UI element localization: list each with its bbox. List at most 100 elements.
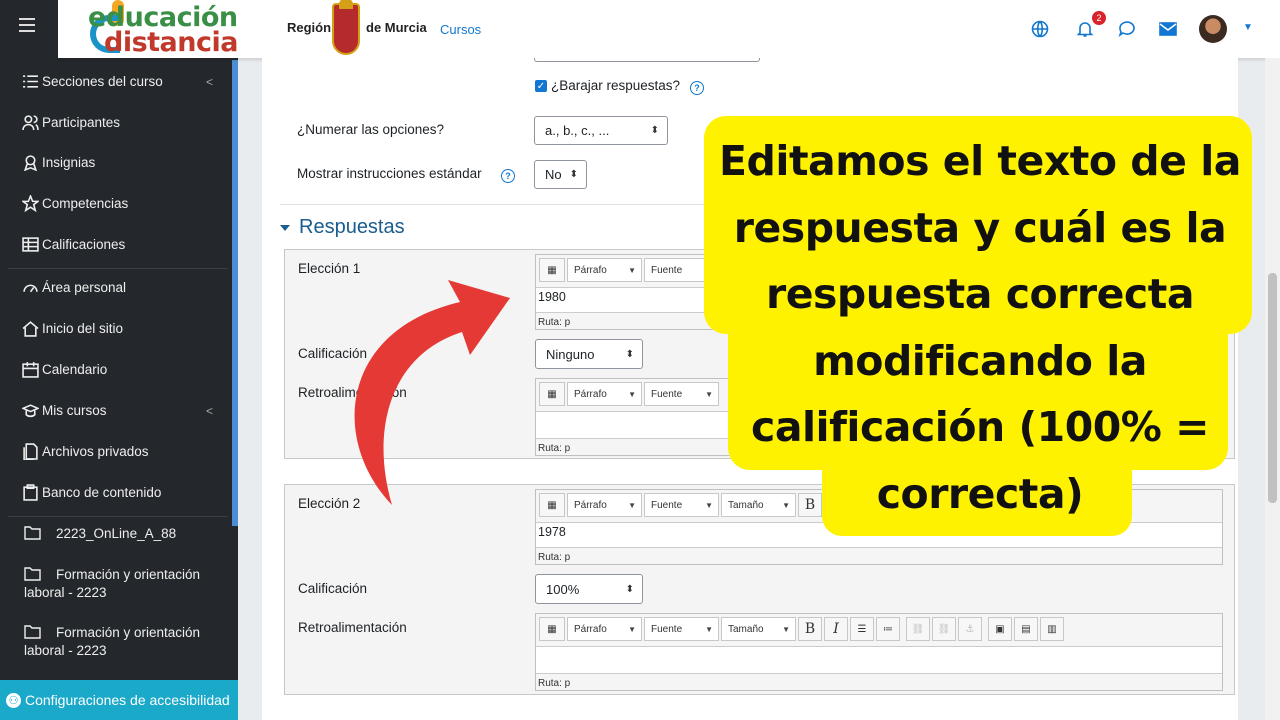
select-input-partial[interactable]: [534, 58, 760, 62]
sidebar-item-insignias[interactable]: Insignias: [22, 154, 95, 171]
sidebar-folder[interactable]: Formación y orientación laboral - 2223: [24, 566, 224, 602]
sidebar-item-mis-cursos[interactable]: Mis cursos <: [22, 402, 213, 419]
sidebar-item-label: Secciones del curso: [42, 74, 163, 89]
help-icon[interactable]: ?: [690, 78, 704, 96]
clipboard-icon: [23, 484, 38, 501]
table-icon: [22, 237, 39, 252]
sidebar-item-competencias[interactable]: Competencias: [22, 195, 128, 212]
badge-icon: [23, 155, 38, 171]
chevron-down-icon[interactable]: ▼: [1243, 22, 1253, 33]
accessibility-label: Configuraciones de accesibilidad: [25, 692, 230, 708]
image-icon[interactable]: ▣: [988, 617, 1012, 641]
users-icon: [22, 115, 39, 130]
sidebar-folder-label: Formación y orientación: [56, 625, 201, 640]
numbering-label: ¿Numerar las opciones?: [297, 122, 445, 137]
sidebar-item-secciones[interactable]: Secciones del curso <: [22, 73, 213, 90]
cursos-link[interactable]: Cursos: [440, 22, 481, 37]
media-icon[interactable]: ▤: [1014, 617, 1038, 641]
sidebar-item-label: Área personal: [42, 280, 127, 295]
star-icon: [22, 195, 39, 212]
sidebar-item-archivos[interactable]: Archivos privados: [22, 443, 149, 460]
sidebar-item-label: Participantes: [42, 115, 121, 130]
grade-select-2[interactable]: 100%: [535, 574, 643, 604]
mail-icon[interactable]: [1159, 20, 1177, 38]
paragraph-select[interactable]: Párrafo: [567, 382, 642, 406]
bell-icon[interactable]: [1076, 20, 1094, 38]
paragraph-select[interactable]: Párrafo: [567, 617, 642, 641]
shuffle-label: ¿Barajar respuestas?: [551, 78, 681, 93]
sidebar-item-label: Banco de contenido: [42, 485, 162, 500]
accessibility-icon: ⚇: [6, 692, 21, 708]
sidebar-item-area-personal[interactable]: Área personal: [22, 279, 126, 296]
editor-path: Ruta: p: [538, 552, 571, 563]
unordered-list-icon[interactable]: ☰: [850, 617, 874, 641]
globe-icon[interactable]: [1031, 20, 1049, 38]
sidebar-item-label: Insignias: [42, 155, 96, 170]
sidebar-item-banco[interactable]: Banco de contenido: [22, 484, 161, 501]
anchor-icon[interactable]: ⚓: [958, 617, 982, 641]
sidebar-item-label: Competencias: [42, 196, 129, 211]
red-arrow-annotation: [354, 280, 510, 505]
sidebar-folder-label: laboral - 2223: [24, 585, 107, 600]
sidebar-item-label: Mis cursos: [42, 403, 107, 418]
sidebar-folder[interactable]: 2223_OnLine_A_88: [24, 525, 224, 543]
chevron-left-icon: <: [206, 403, 214, 418]
unlink-icon[interactable]: ⛓: [932, 617, 956, 641]
italic-button[interactable]: I: [824, 617, 848, 641]
numbering-select[interactable]: a., b., c., ...: [534, 116, 668, 145]
section-title: Respuestas: [299, 216, 405, 238]
region-label: de Murcia: [366, 20, 427, 35]
sidebar-folder-label: Formación y orientación: [56, 567, 201, 582]
folder-icon: [24, 526, 41, 540]
ordered-list-icon[interactable]: ≔: [876, 617, 900, 641]
logo-text[interactable]: distancia: [104, 27, 238, 58]
collapse-triangle-icon: [280, 224, 290, 231]
menu-icon[interactable]: [19, 18, 35, 32]
sidebar-folder-label: laboral - 2223: [24, 643, 107, 658]
graduation-icon: [22, 404, 39, 418]
feedback-text-area[interactable]: [536, 646, 1222, 674]
shuffle-checkbox[interactable]: ✓: [535, 80, 547, 92]
sidebar-divider: [8, 516, 228, 517]
help-icon[interactable]: ?: [501, 166, 515, 184]
sidebar-folder-label: 2223_OnLine_A_88: [56, 526, 177, 541]
sidebar-item-inicio[interactable]: Inicio del sitio: [22, 320, 123, 337]
sidebar: Secciones del curso < Participantes Insi…: [0, 0, 238, 720]
section-header-respuestas[interactable]: Respuestas: [280, 216, 405, 239]
editor-toolbar: ▦ Párrafo Fuente Tamaño B I ☰ ≔ ⛓ ⛓ ⚓ ▣ …: [536, 614, 1222, 644]
sidebar-item-participantes[interactable]: Participantes: [22, 114, 120, 131]
sidebar-item-label: Calendario: [42, 362, 108, 377]
paragraph-select[interactable]: Párrafo: [567, 493, 642, 517]
font-select[interactable]: Fuente: [644, 617, 719, 641]
link-icon[interactable]: ⛓: [906, 617, 930, 641]
chat-icon[interactable]: [1118, 20, 1136, 38]
sidebar-scrollbar[interactable]: [232, 60, 238, 526]
grade-label: Calificación: [298, 581, 368, 596]
murcia-shield-logo: [332, 0, 360, 55]
page-scrollbar[interactable]: [1265, 58, 1280, 720]
sidebar-item-calificaciones[interactable]: Calificaciones: [22, 236, 125, 253]
sidebar-item-label: Calificaciones: [42, 237, 126, 252]
bold-button[interactable]: B: [798, 617, 822, 641]
size-select[interactable]: Tamaño: [721, 617, 796, 641]
sidebar-item-label: Inicio del sitio: [42, 321, 124, 336]
toolbar-toggle-icon[interactable]: ▦: [539, 617, 565, 641]
editor-path: Ruta: p: [538, 678, 571, 689]
top-navbar: educación distancia Región de Murcia Cur…: [58, 0, 1280, 58]
region-label: Región: [287, 20, 332, 35]
manage-files-icon[interactable]: ▥: [1040, 617, 1064, 641]
callout-text: Editamos el texto de la respuesta y cuál…: [719, 137, 1241, 518]
user-avatar[interactable]: [1199, 15, 1227, 43]
chevron-left-icon: <: [206, 74, 214, 89]
accessibility-button[interactable]: ⚇ Configuraciones de accesibilidad: [0, 680, 238, 720]
paragraph-select[interactable]: Párrafo: [567, 258, 642, 282]
sidebar-folder[interactable]: Formación y orientación laboral - 2223: [24, 624, 224, 660]
notification-badge: 2: [1092, 11, 1106, 25]
sidebar-item-label: Archivos privados: [42, 444, 149, 459]
sidebar-item-calendario[interactable]: Calendario: [22, 361, 107, 378]
scrollbar-thumb[interactable]: [1268, 273, 1277, 503]
instructions-select[interactable]: No: [534, 160, 587, 189]
files-icon: [23, 443, 38, 460]
home-icon: [22, 321, 39, 337]
feedback-editor-2[interactable]: ▦ Párrafo Fuente Tamaño B I ☰ ≔ ⛓ ⛓ ⚓ ▣ …: [535, 613, 1223, 691]
